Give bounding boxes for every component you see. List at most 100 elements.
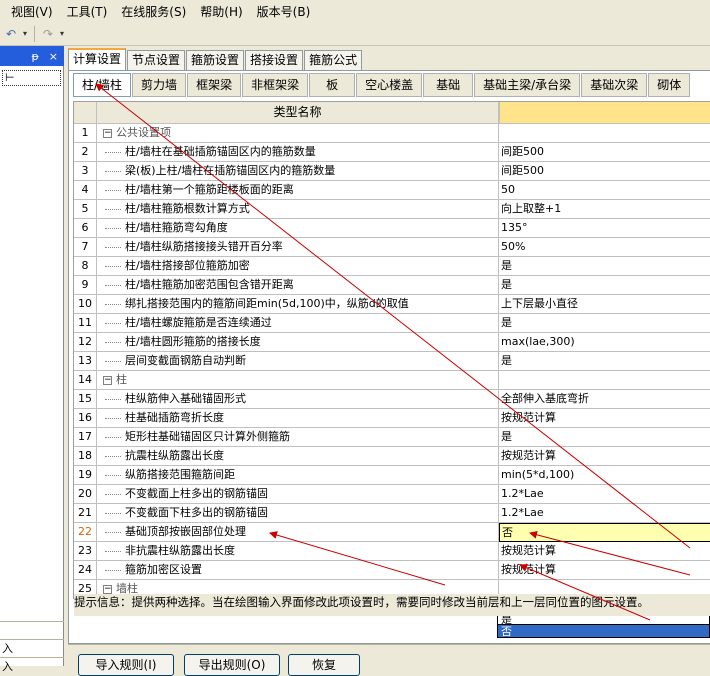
row-value[interactable]: 按规范计算	[499, 447, 710, 466]
table-row[interactable]: 5 柱/墙柱箍筋根数计算方式 向上取整+1	[74, 200, 710, 219]
menu-online-service[interactable]: 在线服务(S)	[114, 3, 193, 20]
table-row[interactable]: 20 不变截面上柱多出的钢筋锚固 1.2*Lae	[74, 485, 710, 504]
table-row[interactable]: 18 抗震柱纵筋露出长度 按规范计算	[74, 447, 710, 466]
tab-column[interactable]: 柱/墙柱	[73, 73, 132, 97]
tree-line	[105, 474, 121, 476]
table-row[interactable]: 3 梁(板)上柱/墙柱在插筋锚固区内的箍筋数量 间距500	[74, 162, 710, 181]
menu-help[interactable]: 帮助(H)	[193, 3, 249, 20]
row-value[interactable]: 间距500	[499, 143, 710, 162]
tree-line	[105, 417, 121, 419]
tab-frame-beam[interactable]: 框架梁	[187, 73, 242, 97]
pin-icon[interactable]: ᵽ	[31, 50, 38, 63]
row-value[interactable]: 135°	[499, 219, 710, 238]
row-value[interactable]: 向上取整+1	[499, 200, 710, 219]
table-row[interactable]: 11 柱/墙柱螺旋箍筋是否连续通过 是	[74, 314, 710, 333]
row-value[interactable]: 按规范计算	[499, 561, 710, 580]
redo-icon[interactable]: ↷	[39, 25, 57, 43]
left-panel-selected-item[interactable]: ⊢	[2, 70, 61, 86]
menu-view[interactable]: 视图(V)	[4, 3, 60, 20]
group-row[interactable]: 1− 公共设置项	[74, 124, 710, 143]
row-value[interactable]: 是	[499, 314, 710, 333]
tab-stirrup-formula[interactable]: 箍筋公式	[304, 50, 363, 70]
row-value[interactable]: 按规范计算	[499, 409, 710, 428]
menu-version[interactable]: 版本号(B)	[250, 3, 318, 20]
table-row[interactable]: 19 纵筋搭接范围箍筋间距 min(5*d,100)	[74, 466, 710, 485]
row-value[interactable]: 1.2*Lae	[499, 504, 710, 523]
table-row[interactable]: 24 箍筋加密区设置 按规范计算	[74, 561, 710, 580]
tab-lap-settings[interactable]: 搭接设置	[245, 50, 304, 70]
menu-tools[interactable]: 工具(T)	[60, 3, 115, 20]
table-row[interactable]: 23 非抗震柱纵筋露出长度 按规范计算	[74, 542, 710, 561]
left-panel-bottom-item[interactable]: 入	[0, 657, 64, 675]
left-panel-tree[interactable]: ⊢	[0, 66, 64, 666]
left-panel-header: ᵽ ×	[0, 46, 64, 66]
row-value[interactable]: 否	[499, 523, 710, 542]
table-row[interactable]: 17 矩形柱基础锚固区只计算外侧箍筋 是	[74, 428, 710, 447]
row-value[interactable]	[499, 124, 710, 143]
export-rules-button[interactable]: 导出规则(O)	[184, 654, 280, 676]
tree-line	[105, 493, 121, 495]
table-row[interactable]: 16 柱基础插筋弯折长度 按规范计算	[74, 409, 710, 428]
table-row[interactable]: 10 绑扎搭接范围内的箍筋间距min(5d,100)中，纵筋d的取值 上下层最小直径	[74, 295, 710, 314]
table-row[interactable]: 21 不变截面下柱多出的钢筋锚固 1.2*Lae	[74, 504, 710, 523]
row-value[interactable]: 是	[499, 276, 710, 295]
row-value[interactable]: 是	[499, 352, 710, 371]
table-row[interactable]: 2 柱/墙柱在基础插筋锚固区内的箍筋数量 间距500	[74, 143, 710, 162]
group-row[interactable]: 14− 柱	[74, 371, 710, 390]
close-icon[interactable]: ×	[49, 50, 58, 63]
collapse-icon[interactable]: −	[103, 584, 112, 594]
restore-button[interactable]: 恢复	[288, 654, 360, 676]
collapse-icon[interactable]: −	[103, 375, 112, 385]
tab-stirrup-settings[interactable]: 箍筋设置	[186, 50, 245, 70]
row-value[interactable]: 50%	[499, 238, 710, 257]
table-row[interactable]: 7 柱/墙柱纵筋搭接接头错开百分率 50%	[74, 238, 710, 257]
row-value[interactable]: 上下层最小直径	[499, 295, 710, 314]
row-value[interactable]: 间距500	[499, 162, 710, 181]
group-label: 公共设置项	[116, 126, 171, 139]
table-row[interactable]: 22 基础顶部按嵌固部位处理 否	[74, 523, 710, 542]
tab-non-frame-beam[interactable]: 非框架梁	[242, 73, 309, 97]
undo-dropdown-icon[interactable]: ▾	[20, 29, 30, 38]
import-rules-button[interactable]: 导入规则(I)	[78, 654, 174, 676]
button-bar: 导入规则(I) 导出规则(O) 恢复	[68, 644, 710, 676]
row-value[interactable]: 是	[499, 428, 710, 447]
tab-foundation-secondary-beam[interactable]: 基础次梁	[581, 73, 648, 97]
row-value[interactable]: 50	[499, 181, 710, 200]
collapse-icon[interactable]: −	[103, 128, 112, 138]
row-value[interactable]: max(lae,300)	[499, 333, 710, 352]
left-panel-bottom-item[interactable]: 入	[0, 639, 64, 657]
tab-slab[interactable]: 板	[309, 73, 356, 97]
tab-masonry[interactable]: 砌体	[648, 73, 691, 97]
undo-icon[interactable]: ↶	[2, 25, 20, 43]
row-label: 柱/墙柱箍筋加密范围包含错开距离	[125, 278, 294, 291]
tab-foundation[interactable]: 基础	[423, 73, 474, 97]
left-panel-bottom-item[interactable]	[0, 621, 64, 639]
table-row[interactable]: 13 层间变截面钢筋自动判断 是	[74, 352, 710, 371]
table-row[interactable]: 8 柱/墙柱搭接部位箍筋加密 是	[74, 257, 710, 276]
row-type-name: 矩形柱基础锚固区只计算外侧箍筋	[97, 428, 499, 447]
component-tabs: 柱/墙柱 剪力墙 框架梁 非框架梁 板 空心楼盖 基础 基础主梁/承台梁 基础次…	[73, 73, 710, 99]
table-row[interactable]: 15 柱纵筋伸入基础锚固形式 全部伸入基底弯折	[74, 390, 710, 409]
dropdown-option[interactable]: 否	[497, 625, 710, 638]
table-row[interactable]: 9 柱/墙柱箍筋加密范围包含错开距离 是	[74, 276, 710, 295]
tab-shear-wall[interactable]: 剪力墙	[132, 73, 187, 97]
row-number: 12	[74, 333, 97, 352]
row-type-name: 不变截面下柱多出的钢筋锚固	[97, 504, 499, 523]
redo-dropdown-icon[interactable]: ▾	[57, 29, 67, 38]
row-type-name: 柱/墙柱第一个箍筋距楼板面的距离	[97, 181, 499, 200]
row-value[interactable]	[499, 371, 710, 390]
tree-line	[105, 208, 121, 210]
tab-calculation-settings[interactable]: 计算设置	[68, 48, 127, 70]
tree-line	[105, 512, 121, 514]
table-row[interactable]: 12 柱/墙柱圆形箍筋的搭接长度 max(lae,300)	[74, 333, 710, 352]
row-value[interactable]: 按规范计算	[499, 542, 710, 561]
row-value[interactable]: min(5*d,100)	[499, 466, 710, 485]
tab-node-settings[interactable]: 节点设置	[127, 50, 186, 70]
tab-foundation-main-beam[interactable]: 基础主梁/承台梁	[474, 73, 581, 97]
table-row[interactable]: 6 柱/墙柱箍筋弯勾角度 135°	[74, 219, 710, 238]
table-row[interactable]: 4 柱/墙柱第一个箍筋距楼板面的距离 50	[74, 181, 710, 200]
row-value[interactable]: 是	[499, 257, 710, 276]
row-value[interactable]: 全部伸入基底弯折	[499, 390, 710, 409]
tab-hollow-floor[interactable]: 空心楼盖	[356, 73, 423, 97]
row-value[interactable]: 1.2*Lae	[499, 485, 710, 504]
